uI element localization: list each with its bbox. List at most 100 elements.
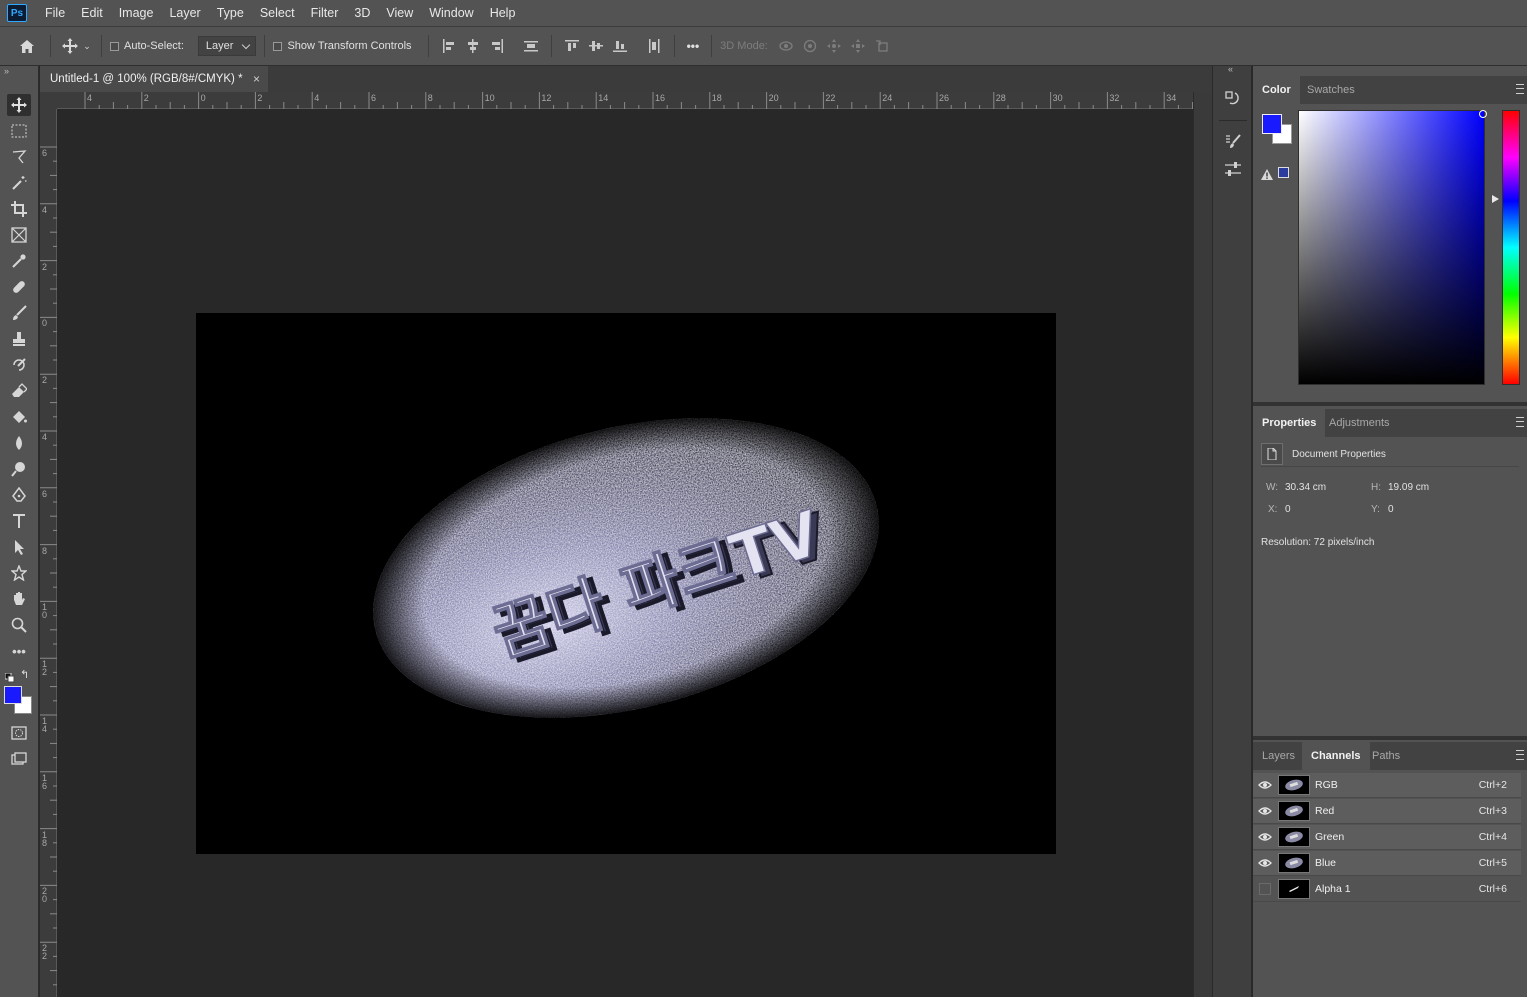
tab-swatches[interactable]: Swatches [1298, 76, 1364, 104]
color-field[interactable] [1298, 110, 1485, 385]
visibility-toggle-empty[interactable] [1259, 883, 1271, 895]
eraser-tool-icon[interactable] [7, 380, 31, 402]
custom-shape-tool-icon[interactable] [7, 562, 31, 584]
color-picker-marker[interactable] [1479, 110, 1487, 118]
pen-tool-icon[interactable] [7, 484, 31, 506]
move-tool-icon[interactable] [7, 94, 31, 116]
crop-tool-icon[interactable] [7, 198, 31, 220]
menu-type[interactable]: Type [209, 0, 252, 26]
vertical-scrollbar[interactable] [1193, 92, 1212, 997]
hue-slider-handle[interactable] [1492, 195, 1499, 203]
eyedropper-tool-icon[interactable] [7, 250, 31, 272]
blur-tool-icon[interactable] [7, 432, 31, 454]
path-selection-tool-icon[interactable] [7, 536, 31, 558]
eye-visibility-icon[interactable] [1257, 830, 1273, 844]
align-vertical-centers-icon[interactable] [584, 35, 608, 57]
menu-edit[interactable]: Edit [73, 0, 111, 26]
eye-visibility-icon[interactable] [1257, 778, 1273, 792]
panel-menu-icon[interactable] [1516, 417, 1524, 427]
channel-row[interactable]: Blue Ctrl+5 [1253, 851, 1521, 876]
type-tool-icon[interactable] [7, 510, 31, 532]
menu-filter[interactable]: Filter [303, 0, 347, 26]
history-brush-tool-icon[interactable] [7, 354, 31, 376]
distribute-vertical-icon[interactable] [519, 35, 543, 57]
swap-colors-icon[interactable]: ↰ [20, 668, 29, 681]
channel-row[interactable]: Alpha 1 Ctrl+6 [1253, 877, 1521, 902]
width-value[interactable]: 30.34 cm [1285, 482, 1326, 493]
y-value[interactable]: 0 [1388, 504, 1394, 515]
brush-settings-icon[interactable] [1222, 130, 1244, 152]
vertical-ruler[interactable]: 6 4 2 0 2 4 6 8 1 0 1 2 1 4 1 6 1 8 2 0 2 2 [40, 109, 57, 997]
orbit-3d-icon[interactable] [774, 35, 798, 57]
align-bottom-edges-icon[interactable] [608, 35, 632, 57]
hand-tool-icon[interactable] [7, 588, 31, 610]
clone-stamp-tool-icon[interactable] [7, 328, 31, 350]
ruler-origin[interactable] [40, 92, 57, 109]
dock-collapse-icon[interactable]: « [1228, 64, 1233, 74]
chevron-down-icon[interactable]: ⌄ [81, 35, 93, 57]
menu-image[interactable]: Image [111, 0, 162, 26]
tab-adjustments[interactable]: Adjustments [1320, 409, 1399, 437]
menu-3d[interactable]: 3D [346, 0, 378, 26]
height-value[interactable]: 19.09 cm [1388, 482, 1429, 493]
align-right-edges-icon[interactable] [485, 35, 509, 57]
panel-menu-icon[interactable] [1516, 84, 1524, 94]
frame-tool-icon[interactable] [7, 224, 31, 246]
menu-view[interactable]: View [378, 0, 421, 26]
move-tool-preset-icon[interactable] [59, 35, 81, 57]
rectangular-marquee-tool-icon[interactable] [7, 120, 31, 142]
tab-properties[interactable]: Properties [1253, 409, 1326, 437]
hue-slider[interactable] [1502, 110, 1520, 385]
scale-3d-icon[interactable] [870, 35, 894, 57]
eye-visibility-icon[interactable] [1257, 856, 1273, 870]
panel-menu-icon[interactable] [1516, 750, 1524, 760]
lasso-tool-icon[interactable] [7, 146, 31, 168]
roll-3d-icon[interactable] [798, 35, 822, 57]
align-horizontal-centers-icon[interactable] [461, 35, 485, 57]
align-top-edges-icon[interactable] [560, 35, 584, 57]
history-panel-icon[interactable] [1222, 88, 1244, 110]
toolbar-collapse-icon[interactable]: » [4, 66, 9, 76]
zoom-tool-icon[interactable] [7, 614, 31, 636]
menu-help[interactable]: Help [482, 0, 524, 26]
more-options-button[interactable]: ••• [687, 39, 700, 53]
healing-brush-tool-icon[interactable] [7, 276, 31, 298]
auto-select-checkbox[interactable] [110, 41, 119, 51]
channel-row[interactable]: Red Ctrl+3 [1253, 799, 1521, 824]
tab-channels[interactable]: Channels [1302, 742, 1370, 770]
menu-layer[interactable]: Layer [161, 0, 208, 26]
distribute-horizontal-icon[interactable] [642, 35, 666, 57]
brush-tool-icon[interactable] [7, 302, 31, 324]
horizontal-ruler[interactable]: 4 2 0 2 4 6 8 10 12 14 16 18 20 22 24 26 28 30 32 34 [57, 92, 1193, 109]
paint-bucket-tool-icon[interactable] [7, 406, 31, 428]
align-left-edges-icon[interactable] [437, 35, 461, 57]
magic-wand-tool-icon[interactable] [7, 172, 31, 194]
channel-row[interactable]: Green Ctrl+4 [1253, 825, 1521, 850]
eye-visibility-icon[interactable] [1257, 804, 1273, 818]
gamut-color-swatch[interactable] [1278, 167, 1289, 178]
channel-row[interactable]: RGB Ctrl+2 [1253, 773, 1521, 798]
tab-paths[interactable]: Paths [1363, 742, 1409, 770]
slide-3d-icon[interactable] [846, 35, 870, 57]
pan-3d-icon[interactable] [822, 35, 846, 57]
edit-toolbar-icon[interactable]: ••• [7, 640, 31, 662]
color-panel-foreground-swatch[interactable] [1262, 114, 1282, 134]
quick-mask-icon[interactable] [7, 722, 31, 744]
x-value[interactable]: 0 [1285, 504, 1291, 515]
tab-layers[interactable]: Layers [1253, 742, 1304, 770]
adjustments-sliders-icon[interactable] [1222, 158, 1244, 180]
tab-color[interactable]: Color [1253, 76, 1300, 104]
home-icon[interactable] [16, 35, 38, 57]
document-canvas[interactable]: 꿈다 파크TV 꿈다 파크TV [196, 313, 1056, 854]
show-transform-checkbox[interactable] [273, 41, 283, 51]
close-tab-icon[interactable]: × [253, 66, 260, 92]
auto-select-target-dropdown[interactable]: Layer [197, 36, 257, 56]
document-tab[interactable]: Untitled-1 @ 100% (RGB/8#/CMYK) * × [40, 66, 268, 92]
dodge-tool-icon[interactable] [7, 458, 31, 480]
menu-select[interactable]: Select [252, 0, 303, 26]
menu-window[interactable]: Window [421, 0, 481, 26]
foreground-color-swatch[interactable] [4, 686, 22, 704]
menu-file[interactable]: File [37, 0, 73, 26]
screen-mode-icon[interactable] [7, 748, 31, 770]
out-of-gamut-warning-icon[interactable] [1261, 167, 1273, 185]
